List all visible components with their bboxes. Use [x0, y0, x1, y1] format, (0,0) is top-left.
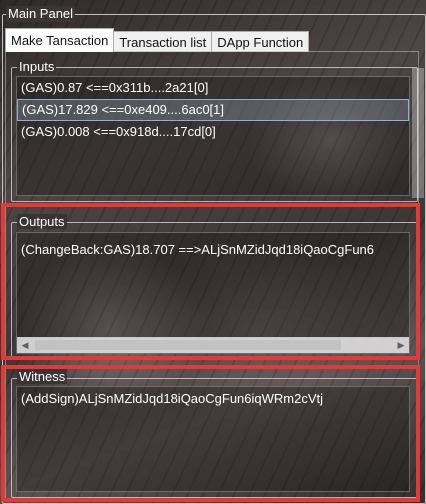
outputs-horizontal-scrollbar[interactable]: ◀ ▶ — [17, 337, 409, 353]
inputs-scrollbar[interactable] — [412, 68, 424, 198]
scroll-left-arrow-icon[interactable]: ◀ — [17, 338, 33, 353]
main-panel-title: Main Panel — [6, 6, 76, 22]
tab-strip: Make Tansaction Transaction list DApp Fu… — [5, 28, 310, 52]
tab-dapp-function[interactable]: DApp Function — [211, 31, 310, 52]
input-item-selected[interactable]: (GAS)17.829 <==0xe409....6ac0[1] — [17, 99, 409, 121]
tab-transaction-list[interactable]: Transaction list — [113, 31, 213, 52]
witness-list[interactable]: (AddSign)ALjSnMZidJqd18iQaoCgFun6iqWRm2c… — [16, 386, 410, 492]
witness-item[interactable]: (AddSign)ALjSnMZidJqd18iQaoCgFun6iqWRm2c… — [17, 388, 409, 410]
inputs-title: Inputs — [17, 59, 57, 74]
scrollbar-thumb[interactable] — [35, 340, 341, 350]
witness-title: Witness — [17, 369, 68, 384]
tab-make-transaction[interactable]: Make Tansaction — [5, 28, 115, 52]
outputs-title: Outputs — [17, 214, 67, 229]
scroll-right-arrow-icon[interactable]: ▶ — [393, 338, 409, 353]
inputs-list[interactable]: (GAS)0.87 <==0x311b....2a21[0] (GAS)17.8… — [16, 76, 410, 196]
input-item[interactable]: (GAS)0.87 <==0x311b....2a21[0] — [17, 77, 409, 99]
output-item[interactable]: (ChangeBack:GAS)18.707 ==>ALjSnMZidJqd18… — [17, 239, 409, 261]
outputs-list[interactable]: (ChangeBack:GAS)18.707 ==>ALjSnMZidJqd18… — [16, 232, 410, 354]
input-item[interactable]: (GAS)0.008 <==0x918d....17cd[0] — [17, 121, 409, 143]
